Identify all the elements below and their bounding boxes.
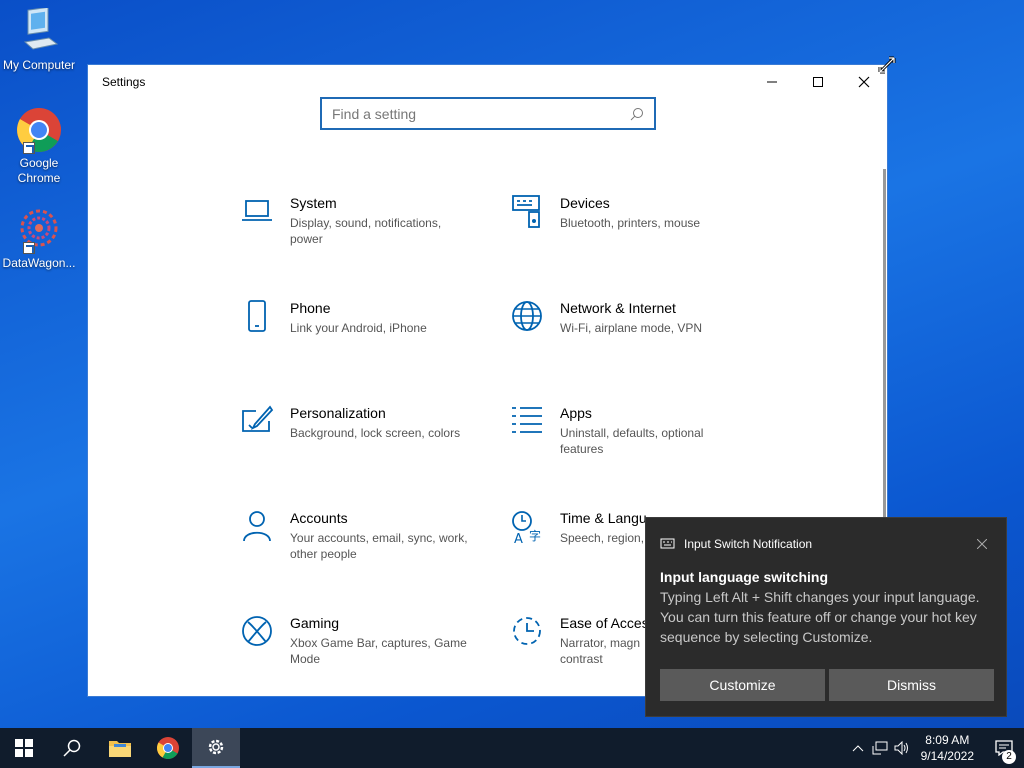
input-switch-notification[interactable]: Input Switch Notification Input language…: [645, 517, 1007, 717]
shortcut-arrow-icon: [23, 242, 35, 254]
category-description: Uninstall, defaults, optional features: [560, 426, 704, 456]
category-devices[interactable]: Devices Bluetooth, printers, mouse: [510, 195, 750, 235]
volume-button[interactable]: [891, 741, 913, 755]
notification-title: Input language switching: [660, 569, 828, 585]
network-button[interactable]: [869, 741, 891, 755]
clock-date: 9/14/2022: [920, 749, 974, 763]
datawagon-icon: [15, 206, 63, 254]
svg-text:字: 字: [529, 528, 541, 543]
shortcut-arrow-icon: [23, 142, 35, 154]
scrollbar[interactable]: [883, 169, 886, 549]
search-input[interactable]: [332, 105, 630, 122]
dismiss-button[interactable]: Dismiss: [829, 669, 994, 701]
category-name: Accounts: [290, 510, 348, 526]
category-description: Background, lock screen, colors: [290, 426, 461, 440]
taskbar: 8:09 AM 9/14/2022 2: [0, 728, 1024, 768]
category-description: Link your Android, iPhone: [290, 321, 427, 335]
desktop-icon-label: DataWagon...: [2, 256, 76, 270]
minimize-icon: [767, 81, 777, 83]
show-hidden-icons-button[interactable]: [847, 744, 869, 752]
clock-time: 8:09 AM: [925, 733, 970, 747]
category-name: Ease of Acces: [560, 615, 649, 631]
apps-list-icon: [510, 405, 560, 445]
window-title: Settings: [102, 75, 146, 89]
desktop-icon-my-computer[interactable]: My Computer: [0, 6, 78, 73]
chrome-taskbar-button[interactable]: [144, 728, 192, 768]
network-icon: [872, 741, 888, 755]
phone-icon: [240, 300, 290, 340]
category-network-internet[interactable]: Network & Internet Wi-Fi, airplane mode,…: [510, 300, 750, 340]
search-icon: [630, 107, 643, 120]
desktop-icon-google-chrome[interactable]: Google Chrome: [0, 106, 78, 186]
customize-button[interactable]: Customize: [660, 669, 825, 701]
category-phone[interactable]: Phone Link your Android, iPhone: [240, 300, 480, 340]
close-icon: [858, 76, 870, 88]
keyboard-icon: [510, 195, 560, 235]
globe-icon: [510, 300, 560, 340]
maximize-icon: [813, 77, 823, 87]
svg-text:A: A: [514, 532, 523, 544]
chrome-icon: [15, 106, 63, 154]
notification-app-name: Input Switch Notification: [684, 537, 813, 551]
person-icon: [240, 510, 290, 550]
action-center-button[interactable]: 2: [984, 740, 1024, 764]
minimize-button[interactable]: [749, 65, 795, 99]
search-button[interactable]: [48, 728, 96, 768]
category-system[interactable]: System Display, sound, notifications, po…: [240, 195, 480, 247]
search-icon: [63, 739, 81, 757]
category-personalization[interactable]: Personalization Background, lock screen,…: [240, 405, 480, 445]
category-name: Devices: [560, 195, 610, 211]
chrome-icon: [157, 737, 179, 759]
category-name: Personalization: [290, 405, 386, 421]
time-language-icon: A字: [510, 510, 560, 550]
category-name: Apps: [560, 405, 592, 421]
category-name: Phone: [290, 300, 331, 316]
xbox-icon: [240, 615, 290, 655]
clock[interactable]: 8:09 AM 9/14/2022: [921, 732, 974, 764]
desktop-icon-datawagon[interactable]: DataWagon...: [0, 206, 78, 271]
laptop-icon: [240, 195, 290, 235]
notification-count-badge: 2: [1002, 750, 1016, 764]
chevron-up-icon: [852, 745, 863, 752]
category-description: Narrator, magn contrast: [560, 636, 641, 666]
start-button[interactable]: [0, 728, 48, 768]
folder-icon: [109, 741, 131, 757]
category-description: Wi-Fi, airplane mode, VPN: [560, 321, 703, 335]
category-description: Bluetooth, printers, mouse: [560, 216, 701, 230]
category-accounts[interactable]: Accounts Your accounts, email, sync, wor…: [240, 510, 480, 562]
windows-logo-icon: [15, 739, 33, 757]
system-tray: 8:09 AM 9/14/2022 2: [847, 728, 1024, 768]
category-name: Gaming: [290, 615, 340, 631]
gear-icon: [208, 739, 224, 755]
resize-cursor-icon: [877, 55, 897, 80]
category-description: Xbox Game Bar, captures, Game Mode: [290, 636, 467, 666]
category-apps[interactable]: Apps Uninstall, defaults, optional featu…: [510, 405, 750, 457]
paint-icon: [240, 405, 290, 445]
category-description: Your accounts, email, sync, work, other …: [290, 531, 468, 561]
maximize-button[interactable]: [795, 65, 841, 99]
desktop-icon-label: My Computer: [2, 58, 76, 72]
close-icon: [977, 539, 987, 549]
category-gaming[interactable]: Gaming Xbox Game Bar, captures, Game Mod…: [240, 615, 480, 667]
search-box[interactable]: [320, 97, 656, 130]
notification-body: Typing Left Alt + Shift changes your inp…: [660, 589, 980, 645]
speaker-icon: [894, 741, 908, 755]
category-name: Network & Internet: [560, 300, 676, 316]
file-explorer-button[interactable]: [96, 728, 144, 768]
title-bar[interactable]: Settings: [88, 65, 887, 99]
desktop-icon-label: Google Chrome: [17, 156, 61, 185]
computer-icon: [15, 6, 63, 56]
notification-close-button[interactable]: [972, 534, 992, 554]
category-name: System: [290, 195, 337, 211]
keyboard-small-icon: [660, 538, 675, 549]
category-description: Display, sound, notifications, power: [290, 216, 442, 246]
settings-taskbar-button[interactable]: [192, 728, 240, 768]
ease-of-access-icon: [510, 615, 560, 655]
